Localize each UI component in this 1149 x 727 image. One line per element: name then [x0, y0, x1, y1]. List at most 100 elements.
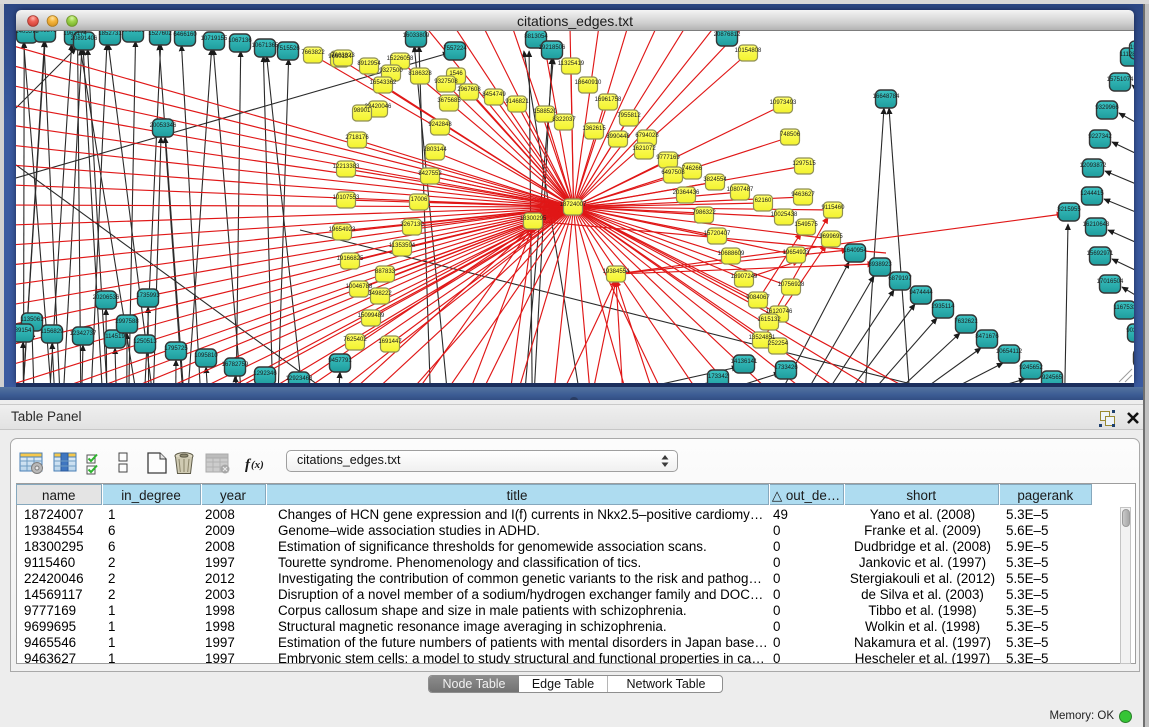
- svg-text:1156829: 1156829: [41, 329, 65, 335]
- svg-text:12093872: 12093872: [1080, 163, 1107, 169]
- svg-text:20891406: 20891406: [71, 36, 98, 42]
- svg-text:8990448: 8990448: [606, 134, 630, 140]
- svg-text:9699695: 9699695: [819, 234, 843, 240]
- svg-text:10688609: 10688609: [718, 251, 745, 257]
- svg-text:20876812: 20876812: [714, 32, 741, 38]
- svg-text:7625402: 7625402: [343, 337, 367, 343]
- svg-text:2997588: 2997588: [115, 319, 139, 325]
- svg-text:1852731: 1852731: [98, 31, 122, 37]
- svg-text:6466160: 6466160: [173, 32, 197, 38]
- svg-text:12923468: 12923468: [286, 376, 313, 382]
- svg-text:1095810: 1095810: [194, 353, 218, 359]
- svg-text:10973493: 10973493: [770, 100, 797, 106]
- svg-text:16120746: 16120746: [766, 309, 793, 315]
- svg-text:17006: 17006: [411, 197, 428, 203]
- svg-text:15226058: 15226058: [387, 56, 414, 62]
- svg-text:6794028: 6794028: [635, 133, 659, 139]
- svg-text:252254: 252254: [768, 341, 789, 347]
- svg-text:39154: 39154: [16, 328, 32, 334]
- svg-text:18724007: 18724007: [560, 202, 587, 208]
- svg-text:20206536: 20206536: [93, 295, 120, 301]
- svg-text:7515526: 7515526: [276, 46, 300, 52]
- svg-text:1292346: 1292346: [253, 371, 277, 377]
- svg-text:10719155: 10719155: [201, 36, 228, 42]
- svg-text:10025438: 10025438: [771, 212, 798, 218]
- svg-text:8912954: 8912954: [357, 61, 381, 67]
- svg-text:62160: 62160: [755, 198, 772, 204]
- svg-text:3498222: 3498222: [368, 291, 392, 297]
- svg-text:10654112: 10654112: [996, 349, 1023, 355]
- svg-text:1615132: 1615132: [757, 317, 781, 323]
- svg-text:14136141: 14136141: [731, 359, 758, 365]
- svg-text:15751074: 15751074: [1107, 77, 1134, 83]
- svg-text:1167533: 1167533: [1114, 305, 1134, 311]
- svg-text:12213383: 12213383: [333, 164, 360, 170]
- svg-text:9327508: 9327508: [434, 79, 458, 85]
- svg-text:19166825: 19166825: [337, 256, 364, 262]
- svg-text:8454749: 8454749: [482, 92, 506, 98]
- svg-text:2967608: 2967608: [457, 87, 481, 93]
- svg-text:7632621: 7632621: [954, 319, 978, 325]
- svg-text:9242848: 9242848: [428, 122, 452, 128]
- svg-text:9084067: 9084067: [746, 295, 770, 301]
- svg-text:1135061: 1135061: [21, 317, 45, 323]
- svg-text:16961758: 16961758: [595, 97, 622, 103]
- svg-text:7663822: 7663822: [301, 50, 325, 56]
- svg-text:9245652: 9245652: [1019, 365, 1043, 371]
- svg-text:18300295: 18300295: [520, 216, 547, 222]
- svg-text:19654923: 19654923: [783, 250, 810, 256]
- svg-text:7955812: 7955812: [617, 113, 641, 119]
- svg-text:1588520: 1588520: [533, 109, 557, 115]
- svg-text:2803144: 2803144: [423, 147, 447, 153]
- svg-text:10671365: 10671365: [252, 43, 279, 49]
- svg-text:1691447: 1691447: [378, 339, 402, 345]
- svg-text:1067136: 1067136: [228, 38, 252, 44]
- svg-text:924565: 924565: [1042, 375, 1063, 381]
- svg-text:10756928: 10756928: [778, 282, 805, 288]
- svg-text:3267130: 3267130: [400, 222, 424, 228]
- svg-text:150342: 150342: [1130, 45, 1134, 51]
- svg-text:15099489: 15099489: [358, 313, 385, 319]
- svg-text:8215955: 8215955: [1057, 207, 1081, 213]
- svg-text:1362615: 1362615: [582, 126, 606, 132]
- svg-text:1527602: 1527602: [148, 31, 172, 37]
- svg-text:1065528: 1065528: [121, 31, 145, 34]
- svg-text:9227342: 9227342: [1088, 134, 1112, 140]
- svg-text:10154808: 10154808: [735, 48, 762, 54]
- svg-text:887833: 887833: [375, 269, 396, 275]
- svg-text:20364436: 20364436: [673, 190, 700, 196]
- svg-text:9474444: 9474444: [909, 290, 933, 296]
- svg-text:7557224: 7557224: [443, 46, 467, 52]
- svg-text:19654923: 19654923: [329, 227, 356, 233]
- svg-text:15720407: 15720407: [704, 231, 731, 237]
- svg-text:11325419: 11325419: [558, 61, 585, 67]
- svg-text:1735993: 1735993: [136, 293, 160, 299]
- svg-text:(x): (x): [251, 459, 264, 471]
- svg-text:8471676: 8471676: [975, 334, 999, 340]
- svg-text:8427552: 8427552: [418, 171, 442, 177]
- svg-text:9327500: 9327500: [379, 68, 403, 74]
- svg-text:1549575: 1549575: [794, 222, 818, 228]
- svg-text:2718176: 2718176: [345, 135, 369, 141]
- svg-text:16543362: 16543362: [370, 80, 397, 86]
- svg-text:7663823: 7663823: [331, 53, 355, 59]
- svg-text:10107553: 10107553: [333, 195, 360, 201]
- svg-text:9463627: 9463627: [791, 192, 815, 198]
- svg-text:1250513: 1250513: [133, 339, 157, 345]
- svg-text:7986322: 7986322: [692, 210, 716, 216]
- svg-text:9777169: 9777169: [656, 155, 680, 161]
- svg-text:20053346: 20053346: [150, 123, 177, 129]
- svg-text:3675685: 3675685: [437, 98, 461, 104]
- svg-text:8813054: 8813054: [524, 34, 548, 40]
- svg-text:748506: 748506: [780, 132, 801, 138]
- svg-text:16648784: 16648784: [873, 94, 900, 100]
- svg-text:19384554: 19384554: [603, 269, 630, 275]
- svg-text:98901: 98901: [354, 108, 371, 114]
- svg-text:1244415: 1244415: [1080, 191, 1104, 197]
- svg-text:16782759: 16782759: [222, 362, 249, 368]
- svg-text:18907249: 18907249: [731, 274, 758, 280]
- svg-text:9329966: 9329966: [1095, 105, 1119, 111]
- svg-text:1546: 1546: [449, 71, 463, 77]
- svg-text:10807487: 10807487: [727, 187, 754, 193]
- svg-text:3824554: 3824554: [703, 177, 727, 183]
